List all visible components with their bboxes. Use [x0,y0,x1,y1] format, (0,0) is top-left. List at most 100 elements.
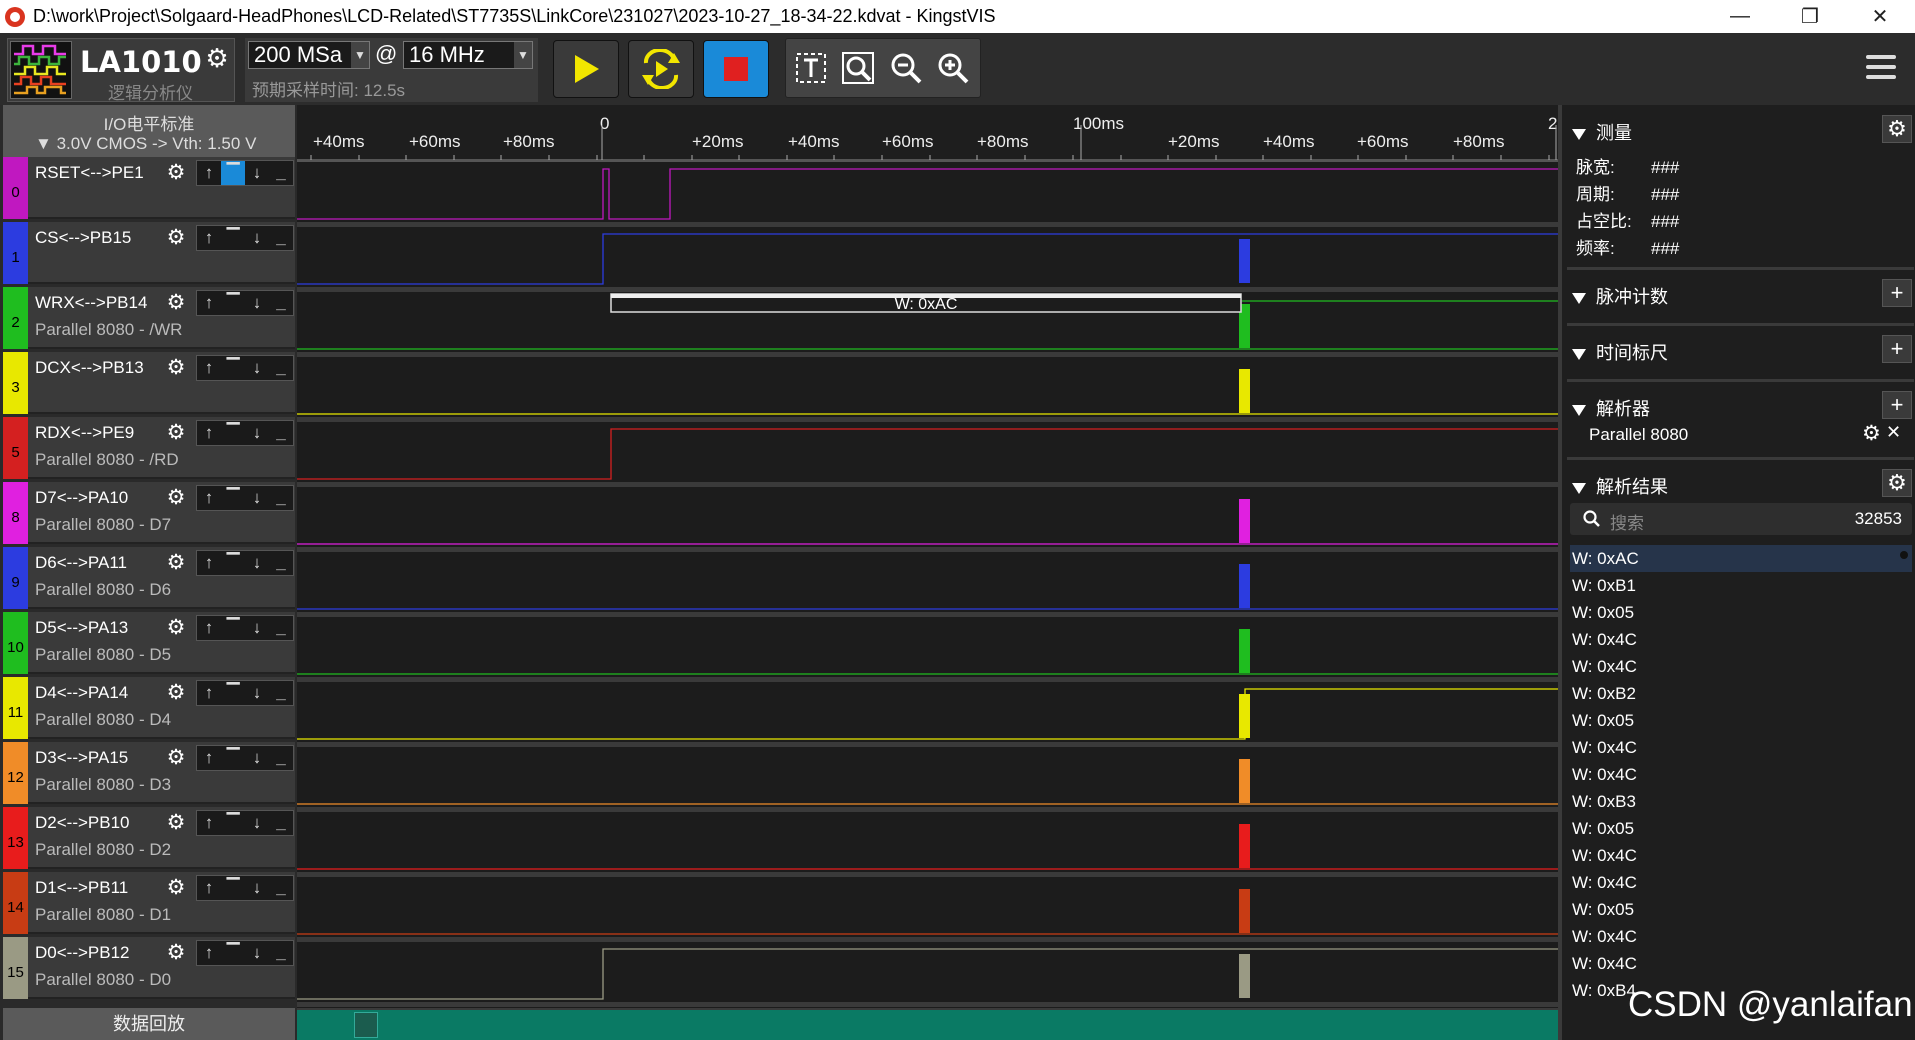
result-item[interactable]: W: 0x05 [1570,896,1912,923]
channel-row[interactable]: 3 DCX<-->PB13 ⚙ ↑ ▔ ↓ _ [3,352,295,414]
add-analyzer-plus-icon[interactable]: + [1882,391,1912,419]
trigger-low-level-icon[interactable]: _ [269,876,293,900]
trigger-low-level-icon[interactable]: _ [269,421,293,445]
result-item[interactable]: W: 0xB2 [1570,680,1912,707]
data-playback-button[interactable]: 数据回放 [3,1008,295,1040]
trigger-falling-edge-icon[interactable]: ↓ [245,941,269,965]
channel-settings-gear-icon[interactable]: ⚙ [164,551,188,575]
channel-name[interactable]: D7<-->PA10 [35,488,128,508]
trigger-high-level-icon[interactable]: ▔ [221,681,245,705]
trigger-rising-edge-icon[interactable]: ↑ [197,941,221,965]
trigger-rising-edge-icon[interactable]: ↑ [197,616,221,640]
trigger-low-level-icon[interactable]: _ [269,616,293,640]
channel-settings-gear-icon[interactable]: ⚙ [164,876,188,900]
trigger-rising-edge-icon[interactable]: ↑ [197,681,221,705]
results-section[interactable]: 解析结果 ⚙ [1572,469,1912,499]
restore-button[interactable]: ❐ [1775,0,1845,33]
channel-row[interactable]: 12 D3<-->PA15 Parallel 8080 - D3 ⚙ ↑ ▔ ↓ _ [3,742,295,804]
trigger-rising-edge-icon[interactable]: ↑ [197,811,221,835]
trigger-high-level-icon[interactable]: ▔ [221,941,245,965]
result-item[interactable]: W: 0x4C [1570,734,1912,761]
channel-name[interactable]: WRX<-->PB14 [35,293,147,313]
channel-row[interactable]: 13 D2<-->PB10 Parallel 8080 - D2 ⚙ ↑ ▔ ↓ _ [3,807,295,869]
channel-name[interactable]: D0<-->PB12 [35,943,130,963]
channel-settings-gear-icon[interactable]: ⚙ [164,681,188,705]
hamburger-menu-icon[interactable] [1866,55,1896,85]
trigger-falling-edge-icon[interactable]: ↓ [245,226,269,250]
channel-settings-gear-icon[interactable]: ⚙ [164,356,188,380]
result-item[interactable]: W: 0x05 [1570,707,1912,734]
trigger-high-level-icon[interactable]: ▔ [221,746,245,770]
trigger-high-level-icon[interactable]: ▔ [221,226,245,250]
trigger-rising-edge-icon[interactable]: ↑ [197,486,221,510]
result-item[interactable]: W: 0x05 [1570,815,1912,842]
collapse-triangle-icon[interactable] [1572,404,1586,416]
trigger-low-level-icon[interactable]: _ [269,486,293,510]
channel-settings-gear-icon[interactable]: ⚙ [164,486,188,510]
sample-rate-select[interactable]: 200 MSa ▼ [248,41,370,69]
channel-row[interactable]: 5 RDX<-->PE9 Parallel 8080 - /RD ⚙ ↑ ▔ ↓ _ [3,417,295,479]
channel-row[interactable]: 15 D0<-->PB12 Parallel 8080 - D0 ⚙ ↑ ▔ ↓ _ [3,937,295,999]
measure-section[interactable]: 测量 ⚙ [1572,115,1912,145]
channel-row[interactable]: 8 D7<-->PA10 Parallel 8080 - D7 ⚙ ↑ ▔ ↓ _ [3,482,295,544]
analyzer-item-parallel-8080[interactable]: Parallel 8080 [1589,425,1688,445]
zoom-fit-button[interactable] [837,45,879,91]
minimize-button[interactable]: — [1705,0,1775,33]
trigger-falling-edge-icon[interactable]: ↓ [245,551,269,575]
channel-name[interactable]: D6<-->PA11 [35,553,127,573]
results-settings-gear-icon[interactable]: ⚙ [1882,469,1912,497]
channel-settings-gear-icon[interactable]: ⚙ [164,291,188,315]
results-search-input[interactable]: 搜索 32853 [1570,503,1912,535]
trigger-low-level-icon[interactable]: _ [269,811,293,835]
channel-row[interactable]: 2 WRX<-->PB14 Parallel 8080 - /WR ⚙ ↑ ▔ ↓ _ [3,287,295,349]
trigger-rising-edge-icon[interactable]: ↑ [197,226,221,250]
zoom-in-button[interactable] [932,45,974,91]
analyzer-remove-close-icon[interactable]: ✕ [1886,422,1901,443]
channel-name[interactable]: D5<-->PA13 [35,618,128,638]
channel-name[interactable]: DCX<-->PB13 [35,358,144,378]
analyzer-section[interactable]: 解析器 + [1572,391,1912,421]
trigger-high-level-icon[interactable]: ▔ [221,616,245,640]
trigger-high-level-icon[interactable]: ▔ [221,551,245,575]
repeat-start-button[interactable] [628,40,694,98]
channel-row[interactable]: 9 D6<-->PA11 Parallel 8080 - D6 ⚙ ↑ ▔ ↓ _ [3,547,295,609]
trigger-falling-edge-icon[interactable]: ↓ [245,876,269,900]
trigger-low-level-icon[interactable]: _ [269,291,293,315]
text-annotation-button[interactable] [790,45,832,91]
trigger-low-level-icon[interactable]: _ [269,356,293,380]
time-ruler-section[interactable]: 时间标尺 + [1572,335,1912,365]
channel-row[interactable]: 14 D1<-->PB11 Parallel 8080 - D1 ⚙ ↑ ▔ ↓ _ [3,872,295,934]
io-level-header[interactable]: I/O电平标准 ▼ 3.0V CMOS -> Vth: 1.50 V [3,105,295,157]
collapse-triangle-icon[interactable] [1572,128,1586,140]
collapse-triangle-icon[interactable] [1572,348,1586,360]
trigger-falling-edge-icon[interactable]: ↓ [245,421,269,445]
result-item[interactable]: W: 0x4C [1570,761,1912,788]
collapse-triangle-icon[interactable] [1572,292,1586,304]
trigger-falling-edge-icon[interactable]: ↓ [245,811,269,835]
trigger-high-level-icon[interactable]: ▔ [221,356,245,380]
result-item[interactable]: W: 0x4C [1570,626,1912,653]
trigger-falling-edge-icon[interactable]: ↓ [245,161,269,185]
stop-button[interactable] [703,40,769,98]
channel-name[interactable]: RSET<-->PE1 [35,163,144,183]
zoom-out-button[interactable] [885,45,927,91]
trigger-rising-edge-icon[interactable]: ↑ [197,746,221,770]
channel-settings-gear-icon[interactable]: ⚙ [164,746,188,770]
channel-name[interactable]: CS<-->PB15 [35,228,131,248]
trigger-rising-edge-icon[interactable]: ↑ [197,421,221,445]
result-item[interactable]: W: 0x4C [1570,842,1912,869]
trigger-low-level-icon[interactable]: _ [269,226,293,250]
trigger-rising-edge-icon[interactable]: ↑ [197,161,221,185]
trigger-rising-edge-icon[interactable]: ↑ [197,356,221,380]
start-button[interactable] [553,40,619,98]
channel-settings-gear-icon[interactable]: ⚙ [164,941,188,965]
trigger-high-level-icon[interactable]: ▔ [221,421,245,445]
channel-settings-gear-icon[interactable]: ⚙ [164,161,188,185]
channel-settings-gear-icon[interactable]: ⚙ [164,616,188,640]
trigger-high-level-icon[interactable]: ▔ [221,486,245,510]
collapse-triangle-icon[interactable] [1572,482,1586,494]
channel-settings-gear-icon[interactable]: ⚙ [164,811,188,835]
trigger-falling-edge-icon[interactable]: ↓ [245,746,269,770]
add-time-ruler-plus-icon[interactable]: + [1882,335,1912,363]
waveform-view[interactable]: +40ms +60ms +80ms 0 +20ms +40ms +60ms +80ms 100m… [297,105,1558,1040]
